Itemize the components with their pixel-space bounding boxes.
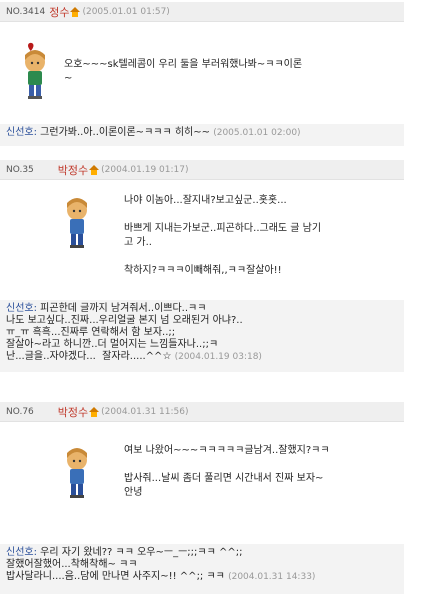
home-icon[interactable] [70,6,81,17]
avatar [67,448,87,498]
reply-date: (2004.01.31 14:33) [228,572,316,582]
home-icon[interactable] [89,164,100,175]
post-date: (2004.01.31 11:56) [101,406,189,417]
post-body: 오호~~~sk텔레콤이 우리 둘을 부러워했나봐~ㅋㅋ이론 ~ [0,22,404,120]
reply-date: (2004.01.19 03:18) [174,352,262,362]
reply: 신선호: 우리 자기 왔네?? ㅋㅋ 오우~ㅡ_ㅡ;;;ㅋㅋ ^^;; 잘했어잘… [0,544,404,594]
reply: 신선호: 그런가봐..아..이론이론~ㅋㅋㅋ 히히~~ (2005.01.01 … [0,124,404,146]
author-name[interactable]: 박정수 [58,404,88,420]
reply-author[interactable]: 신선호: [6,303,37,314]
author-name[interactable]: 박정수 [58,162,88,178]
guestbook-page: NO.3414 정수 (2005.01.01 01:57) 오호~~~sk텔레콤… [0,0,436,594]
reply: 신선호: 피곤한데 글까지 남겨줘서..이쁘다..ㅋㅋ 나도 보고싶다..진짜.… [0,300,404,372]
post-number: NO.3414 [6,6,46,17]
post-message: 오호~~~sk텔레콤이 우리 둘을 부러워했나봐~ㅋㅋ이론 ~ [64,59,303,84]
author-name[interactable]: 정수 [49,4,69,20]
post-message: 나야 이놈아...잘지내?보고싶군..홋홋... 바쁘게 지내는가보군..피곤하… [124,195,322,276]
reply-text: 그런가봐..아..이론이론~ㅋㅋㅋ 히히~~ [40,127,211,138]
post-body: 여보 나왔어~~~ㅋㅋㅋㅋㅋ글남겨..잘했지?ㅋㅋ 밥사줘...날씨 좀더 풀리… [0,424,404,534]
reply-text: 우리 자기 왔네?? ㅋㅋ 오우~ㅡ_ㅡ;;;ㅋㅋ ^^;; 잘했어잘했어...… [6,547,243,582]
post-header: NO.76 박정수 (2004.01.31 11:56) [0,402,404,422]
avatar [25,42,45,99]
heart-icon [28,42,34,51]
post-header: NO.3414 정수 (2005.01.01 01:57) [0,2,404,22]
home-icon[interactable] [89,406,100,417]
post-body: 나야 이놈아...잘지내?보고싶군..홋홋... 바쁘게 지내는가보군..피곤하… [0,182,404,292]
reply-author[interactable]: 신선호: [6,127,37,138]
post-header: NO.35 박정수 (2004.01.19 01:17) [0,160,404,180]
post-date: (2005.01.01 01:57) [82,6,170,17]
reply-date: (2005.01.01 02:00) [213,128,301,138]
post-date: (2004.01.19 01:17) [101,164,189,175]
avatar [67,198,87,248]
reply-author[interactable]: 신선호: [6,547,37,558]
post-number: NO.76 [6,406,34,417]
post-message: 여보 나왔어~~~ㅋㅋㅋㅋㅋ글남겨..잘했지?ㅋㅋ 밥사줘...날씨 좀더 풀리… [124,445,330,498]
post-number: NO.35 [6,164,34,175]
